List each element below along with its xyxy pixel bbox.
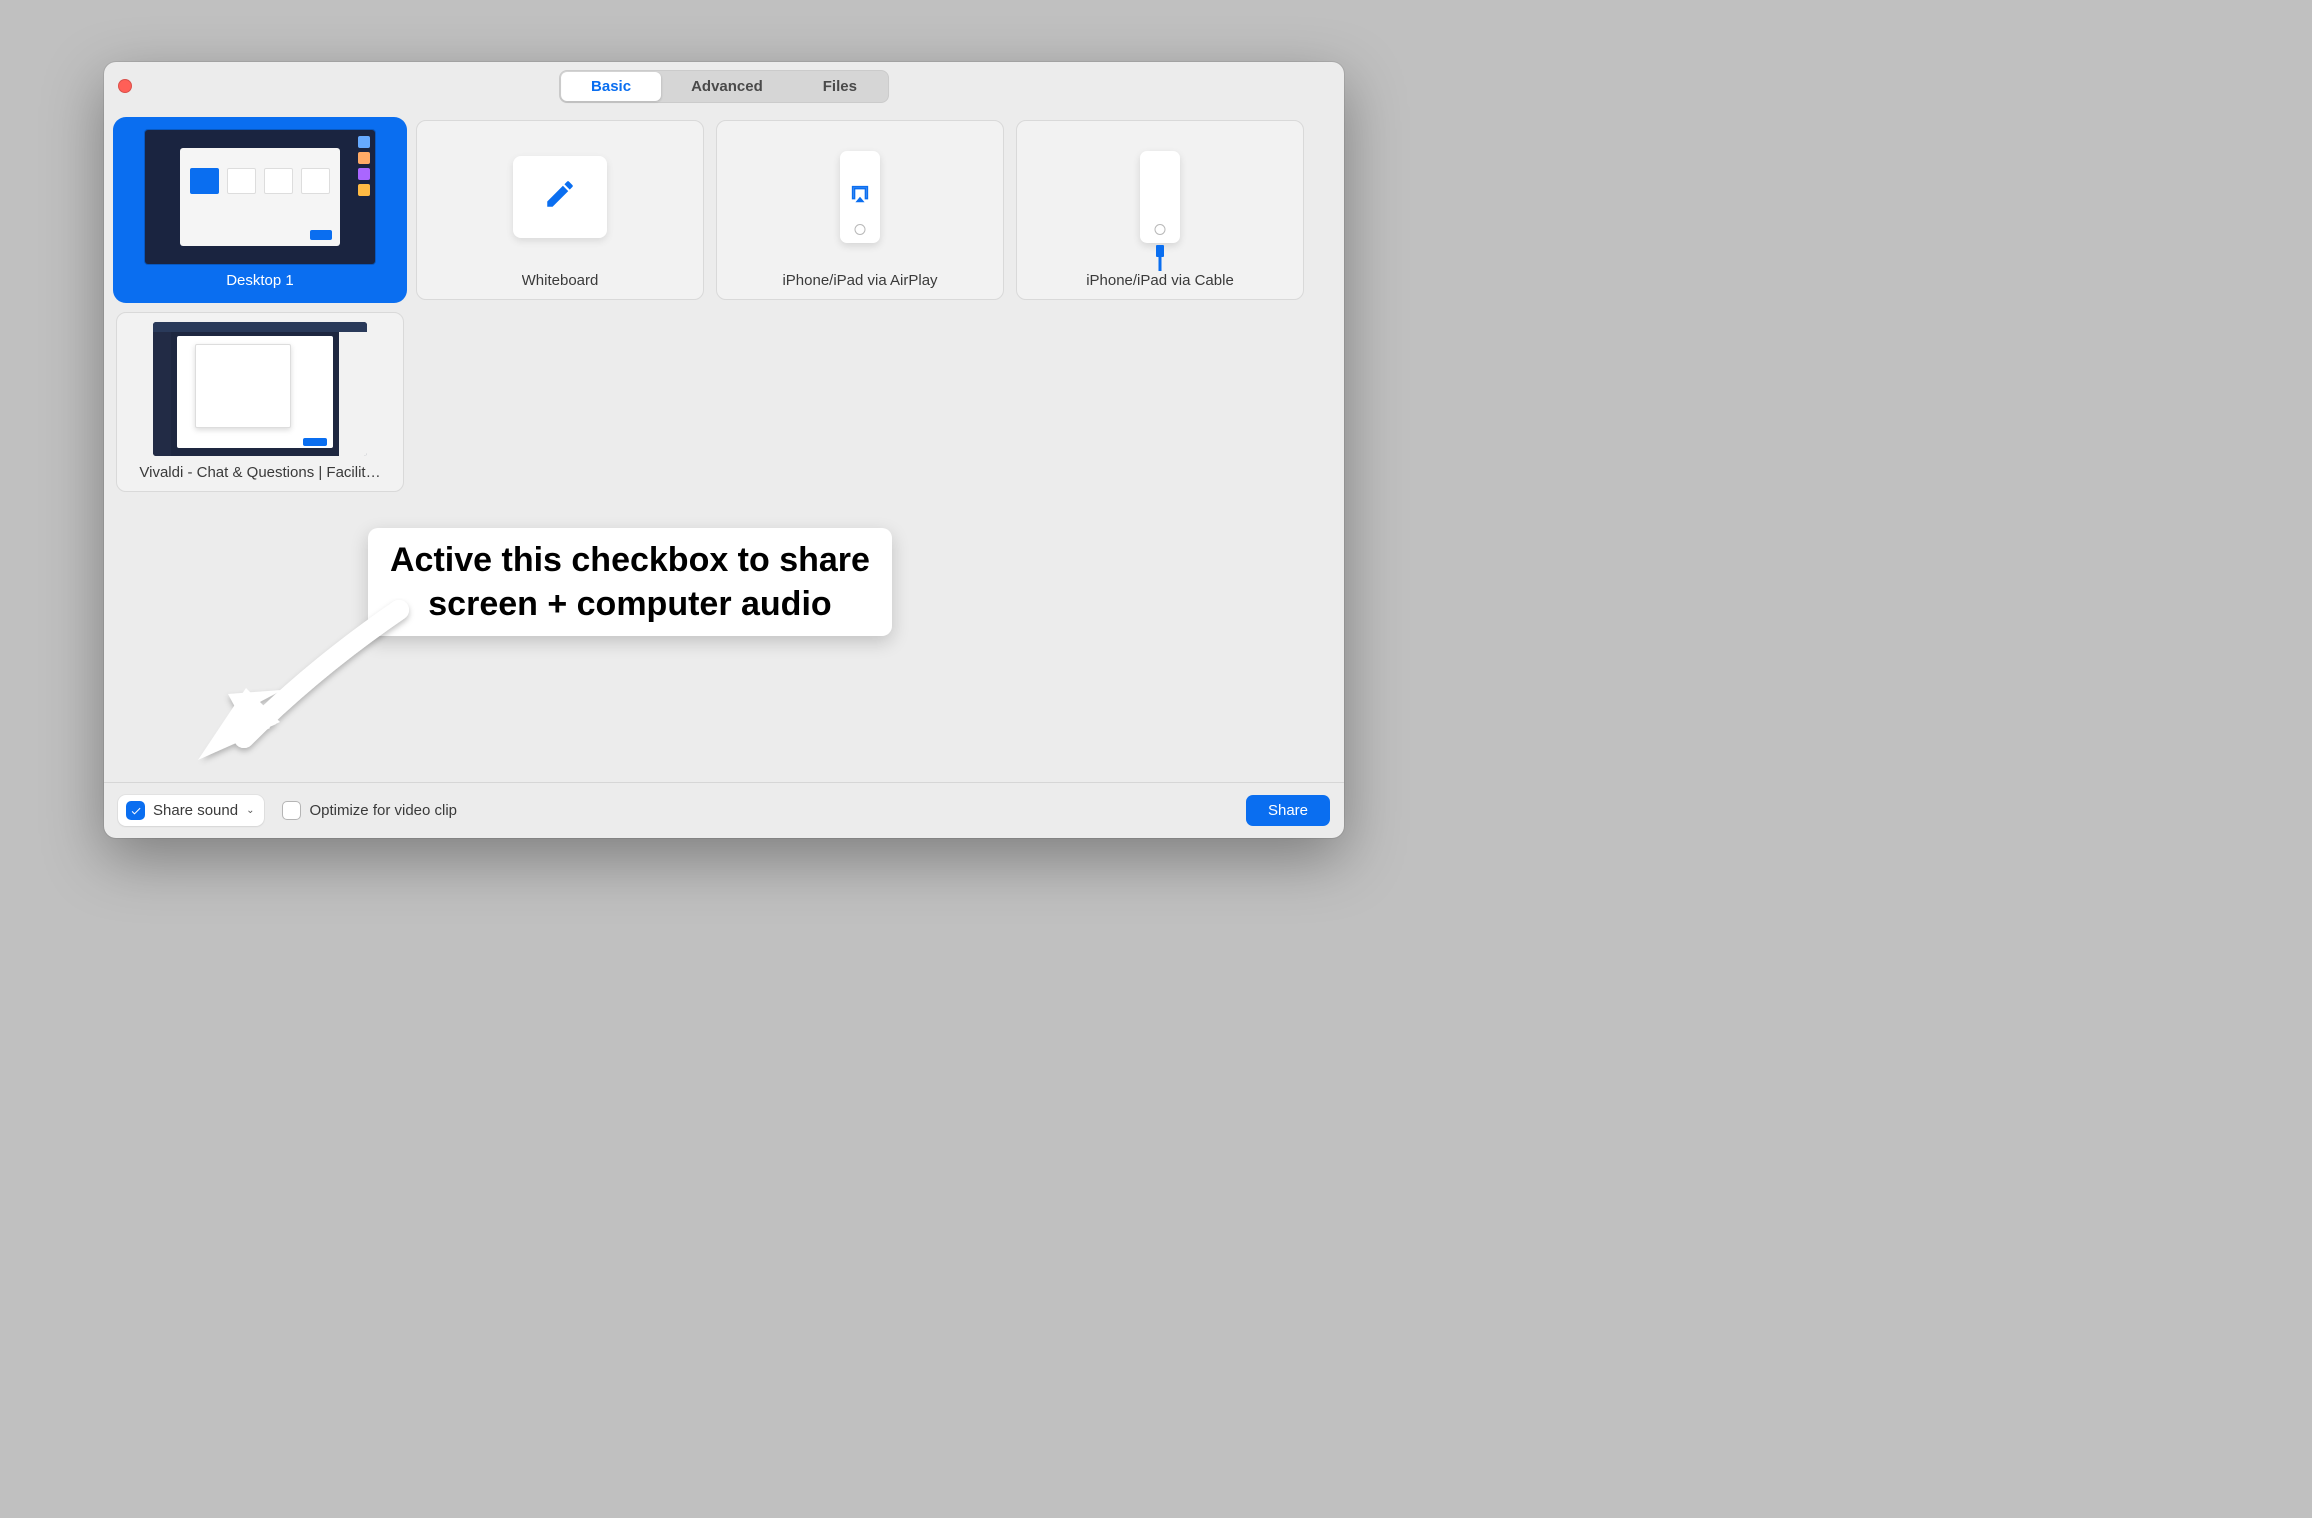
card-label: iPhone/iPad via Cable [1086, 272, 1234, 289]
tab-segmented-control: Basic Advanced Files [559, 70, 889, 103]
share-screen-window: Basic Advanced Files [104, 62, 1344, 838]
share-options-grid: Desktop 1 Whiteboard iPhone/iPad [104, 110, 1344, 492]
annotation-line1: Active this checkbox to share [390, 538, 870, 582]
share-sound-label: Share sound [153, 802, 238, 819]
card-label: Whiteboard [522, 272, 599, 289]
card-app-window-vivaldi[interactable]: Vivaldi - Chat & Questions | Facilit… [116, 312, 404, 492]
optimize-video-label: Optimize for video clip [309, 802, 457, 819]
tab-advanced[interactable]: Advanced [661, 72, 793, 101]
close-icon[interactable] [118, 79, 132, 93]
titlebar: Basic Advanced Files [104, 62, 1344, 110]
card-label: Desktop 1 [226, 272, 294, 289]
cable-thumbnail [1029, 129, 1291, 264]
annotation-callout: Active this checkbox to share screen + c… [368, 528, 892, 636]
footer-bar: Share sound ⌄ Optimize for video clip Sh… [104, 782, 1344, 838]
card-whiteboard[interactable]: Whiteboard [416, 120, 704, 300]
annotation-line2: screen + computer audio [390, 582, 870, 626]
cable-wire-icon [1159, 255, 1162, 271]
checkmark-icon [130, 805, 142, 817]
chevron-down-icon[interactable]: ⌄ [246, 805, 254, 816]
app-window-thumbnail [129, 321, 391, 456]
optimize-video-checkbox[interactable] [282, 801, 301, 820]
card-airplay[interactable]: iPhone/iPad via AirPlay [716, 120, 1004, 300]
optimize-video-control[interactable]: Optimize for video clip [282, 801, 457, 820]
card-desktop-1[interactable]: Desktop 1 [116, 120, 404, 300]
tab-files[interactable]: Files [793, 72, 887, 101]
share-sound-control[interactable]: Share sound ⌄ [118, 795, 264, 826]
card-label: iPhone/iPad via AirPlay [782, 272, 937, 289]
card-label: Vivaldi - Chat & Questions | Facilit… [139, 464, 380, 481]
pencil-icon [543, 177, 577, 216]
desktop-thumbnail [129, 129, 391, 264]
tab-basic[interactable]: Basic [561, 72, 661, 101]
share-sound-checkbox[interactable] [126, 801, 145, 820]
whiteboard-thumbnail [429, 129, 691, 264]
share-button[interactable]: Share [1246, 795, 1330, 826]
airplay-icon [848, 183, 872, 210]
card-cable[interactable]: iPhone/iPad via Cable [1016, 120, 1304, 300]
airplay-thumbnail [729, 129, 991, 264]
